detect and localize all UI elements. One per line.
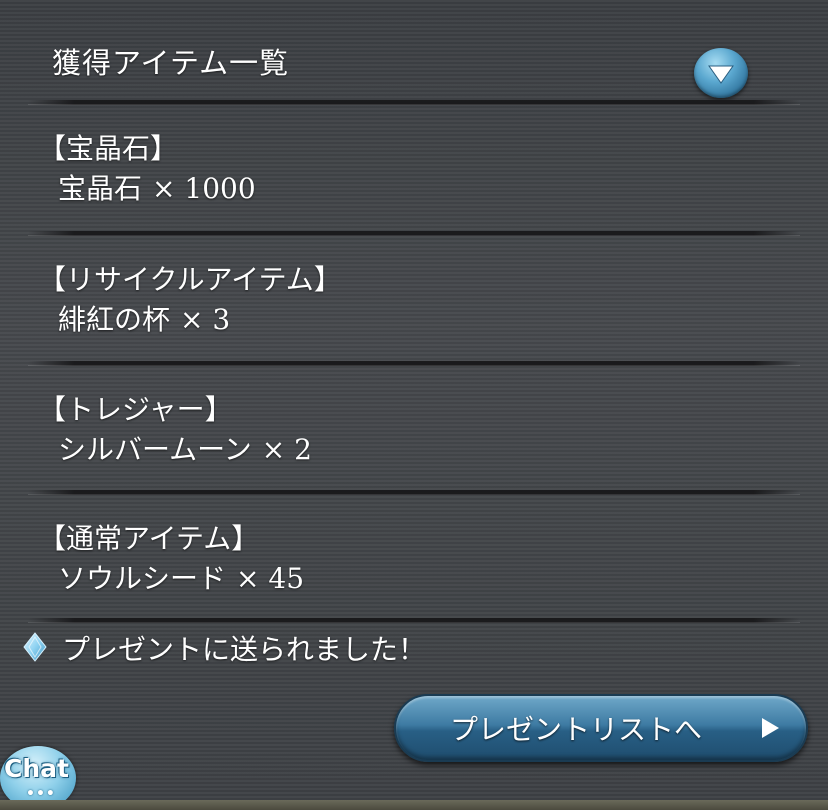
crystal-icon	[23, 632, 47, 662]
item-name: 緋紅の杯	[58, 303, 171, 336]
section-heading: 【宝晶石】	[38, 132, 179, 165]
list-item: シルバームーン × 2	[58, 428, 312, 468]
section-recycle: 【リサイクルアイテム】 緋紅の杯 × 3	[0, 236, 828, 361]
item-quantity: × 2	[261, 433, 312, 466]
item-name: シルバームーン	[58, 433, 252, 466]
section-treasure: 【トレジャー】 シルバームーン × 2	[0, 366, 828, 491]
item-quantity: × 45	[236, 562, 305, 595]
chevron-down-icon	[708, 65, 734, 84]
chat-label: Chat	[4, 754, 69, 783]
arrow-right-icon	[762, 718, 779, 738]
section-crystal: 【宝晶石】 宝晶石 × 1000	[0, 105, 828, 230]
item-quantity: × 1000	[152, 172, 256, 205]
section-heading: 【リサイクルアイテム】	[38, 263, 342, 296]
section-heading: 【通常アイテム】	[38, 522, 260, 555]
collapse-button[interactable]	[694, 48, 748, 98]
list-item: 宝晶石 × 1000	[58, 167, 256, 207]
page-title: 獲得アイテム一覧	[52, 46, 290, 80]
section-heading: 【トレジャー】	[38, 393, 233, 426]
bottom-bar	[0, 800, 828, 810]
notice-text: プレゼントに送られました！	[62, 633, 427, 666]
present-list-button[interactable]: プレゼントリストへ	[394, 694, 808, 762]
header: 獲得アイテム一覧	[0, 0, 828, 100]
divider	[28, 618, 800, 623]
section-normal: 【通常アイテム】 ソウルシード × 45	[0, 495, 828, 620]
item-quantity: × 3	[180, 303, 231, 336]
item-name: ソウルシード	[58, 562, 227, 595]
list-item: 緋紅の杯 × 3	[58, 298, 230, 338]
list-item: ソウルシード × 45	[58, 557, 304, 597]
item-name: 宝晶石	[58, 172, 143, 205]
present-list-button-label: プレゼントリストへ	[450, 713, 703, 746]
